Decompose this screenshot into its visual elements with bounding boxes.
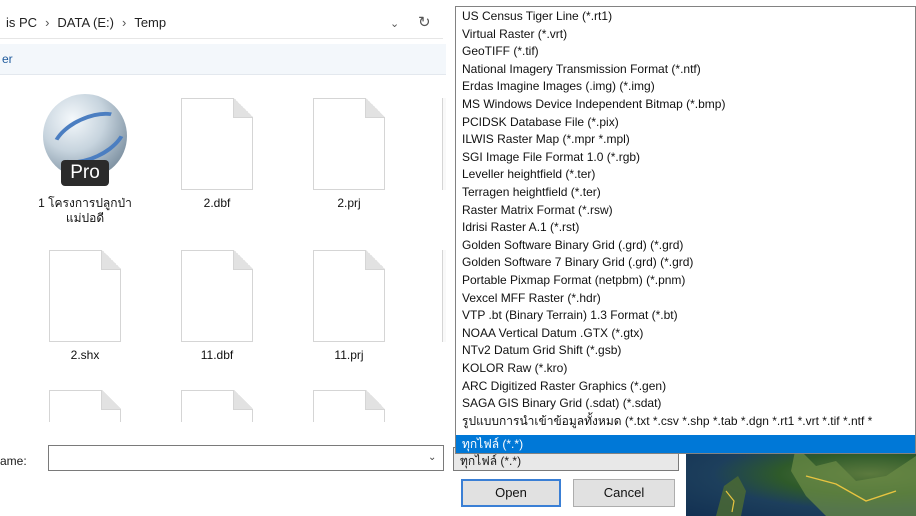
- file-name: 11.dbf: [200, 348, 234, 362]
- file-type-option[interactable]: รูปแบบการนำเข้าข้อมูลทั้งหมด (*.txt *.cs…: [462, 413, 872, 430]
- file-name: 11.prj: [334, 348, 364, 362]
- file-name: 2.dbf: [203, 196, 231, 210]
- file-name: 1 โครงการปลูกป่า แม่ปอดี: [38, 196, 132, 225]
- file-item[interactable]: 2.prj: [289, 98, 409, 211]
- file-item[interactable]: [157, 390, 277, 422]
- chevron-down-icon[interactable]: ⌄: [428, 452, 436, 463]
- file-item[interactable]: [289, 390, 409, 422]
- file-open-dialog: is PC › DATA (E:) › Temp ⌄ ↻ er Pro 1 โครงกา…: [0, 0, 916, 516]
- chevron-down-icon[interactable]: ⌄: [390, 17, 399, 30]
- document-icon: [442, 98, 446, 190]
- file-type-option[interactable]: ILWIS Raster Map (*.mpr *.mpl): [462, 131, 630, 148]
- file-item[interactable]: [25, 390, 145, 422]
- pro-badge: Pro: [61, 160, 109, 186]
- file-type-option[interactable]: VTP .bt (Binary Terrain) 1.3 Format (*.b…: [462, 307, 678, 324]
- document-icon: [49, 250, 121, 342]
- document-icon: [313, 390, 385, 422]
- file-type-option[interactable]: GeoTIFF (*.tif): [462, 43, 539, 60]
- file-item[interactable]: Pro 1 โครงการปลูกป่า แม่ปอดี: [25, 94, 145, 226]
- document-icon: [313, 98, 385, 190]
- document-icon: [181, 98, 253, 190]
- file-type-option[interactable]: ARC Digitized Raster Graphics (*.gen): [462, 378, 666, 395]
- breadcrumb: is PC › DATA (E:) › Temp: [6, 15, 166, 30]
- refresh-icon[interactable]: ↻: [418, 13, 431, 31]
- file-type-option[interactable]: SAGA GIS Binary Grid (.sdat) (*.sdat): [462, 395, 661, 412]
- file-type-option[interactable]: PCIDSK Database File (*.pix): [462, 114, 619, 131]
- file-type-option[interactable]: Portable Pixmap Format (netpbm) (*.pnm): [462, 272, 685, 289]
- breadcrumb-item-drive[interactable]: DATA (E:): [57, 15, 114, 30]
- map-thumbnail: [686, 446, 916, 516]
- file-type-option-selected[interactable]: ทุกไฟล์ (*.*): [456, 435, 915, 453]
- cancel-button[interactable]: Cancel: [573, 479, 675, 507]
- file-type-option[interactable]: Vexcel MFF Raster (*.hdr): [462, 290, 601, 307]
- document-icon: [442, 250, 446, 342]
- file-name: 2.shx: [70, 348, 100, 362]
- file-type-option[interactable]: NOAA Vertical Datum .GTX (*.gtx): [462, 325, 643, 342]
- file-type-option[interactable]: Erdas Imagine Images (.img) (*.img): [462, 78, 655, 95]
- breadcrumb-item-folder[interactable]: Temp: [134, 15, 166, 30]
- file-type-option[interactable]: MS Windows Device Independent Bitmap (*.…: [462, 96, 725, 113]
- file-type-option[interactable]: US Census Tiger Line (*.rt1): [462, 8, 612, 25]
- document-icon: [181, 390, 253, 422]
- file-type-option[interactable]: Golden Software Binary Grid (.grd) (*.gr…: [462, 237, 683, 254]
- file-type-option[interactable]: Idrisi Raster A.1 (*.rst): [462, 219, 579, 236]
- breadcrumb-separator: ›: [45, 15, 50, 30]
- file-item[interactable]: 2.shx: [25, 250, 145, 363]
- file-type-option[interactable]: Virtual Raster (*.vrt): [462, 26, 567, 43]
- file-name-label: ame:: [0, 454, 27, 468]
- file-type-option[interactable]: SGI Image File Format 1.0 (*.rgb): [462, 149, 640, 166]
- file-type-dropdown-list[interactable]: US Census Tiger Line (*.rt1) Virtual Rast…: [455, 6, 916, 454]
- command-bar-item[interactable]: er: [2, 52, 13, 66]
- file-type-option[interactable]: Raster Matrix Format (*.rsw): [462, 202, 613, 219]
- document-icon: [181, 250, 253, 342]
- file-type-option[interactable]: Terragen heightfield (*.ter): [462, 184, 601, 201]
- file-type-option[interactable]: National Imagery Transmission Format (*.…: [462, 61, 701, 78]
- open-button[interactable]: Open: [461, 479, 561, 507]
- google-earth-pro-icon: Pro: [37, 94, 135, 190]
- file-type-option[interactable]: Leveller heightfield (*.ter): [462, 166, 595, 183]
- file-type-option[interactable]: KOLOR Raw (*.kro): [462, 360, 567, 377]
- document-icon: [49, 390, 121, 422]
- file-name: 2.prj: [337, 196, 361, 210]
- file-item[interactable]: 2.dbf: [157, 98, 277, 211]
- file-type-option[interactable]: NTv2 Datum Grid Shift (*.gsb): [462, 342, 621, 359]
- command-bar: er: [0, 44, 446, 75]
- address-bar[interactable]: is PC › DATA (E:) › Temp ⌄ ↻: [0, 6, 443, 39]
- breadcrumb-item-pc[interactable]: is PC: [6, 15, 37, 30]
- file-name-input[interactable]: [48, 445, 444, 471]
- file-item[interactable]: 11.prj: [289, 250, 409, 363]
- breadcrumb-separator: ›: [121, 15, 127, 30]
- document-icon: [313, 250, 385, 342]
- file-item[interactable]: 11.dbf: [157, 250, 277, 363]
- file-list: Pro 1 โครงการปลูกป่า แม่ปอดี 2.dbf 2.prj …: [0, 80, 446, 422]
- file-type-option[interactable]: Golden Software 7 Binary Grid (.grd) (*.…: [462, 254, 693, 271]
